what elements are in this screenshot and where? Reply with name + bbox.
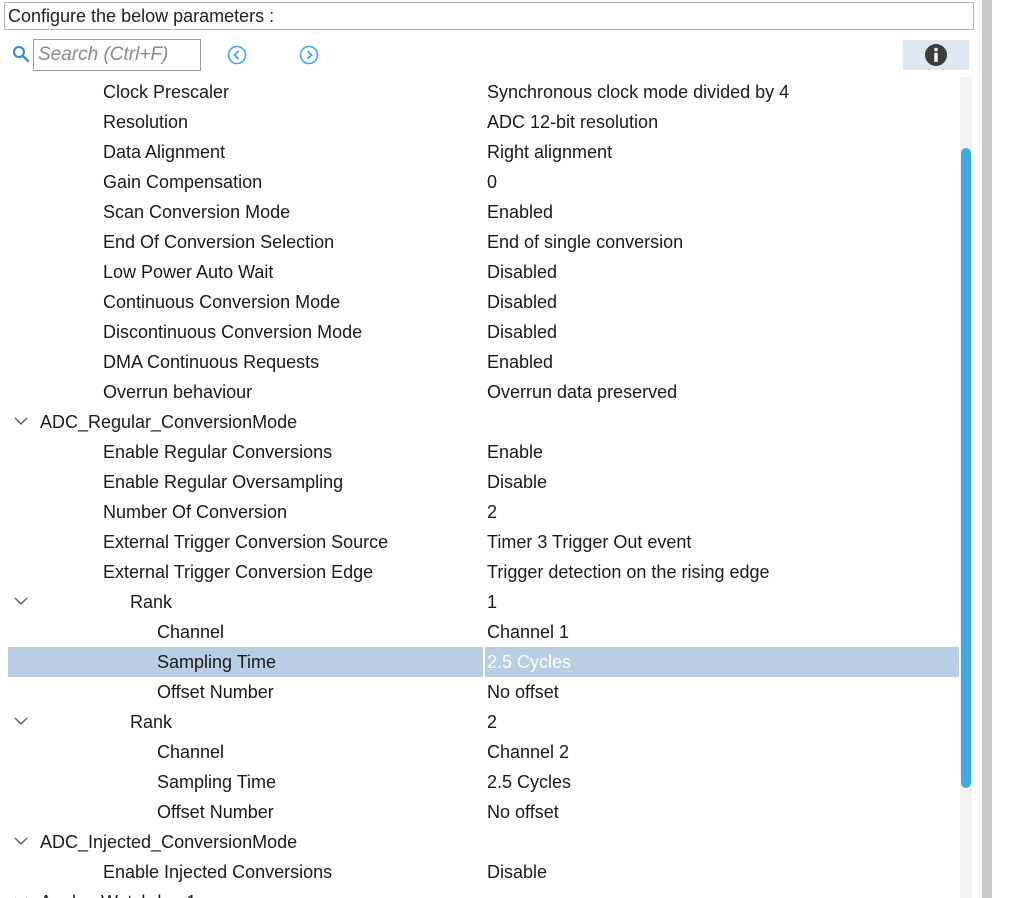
panel-divider <box>982 0 992 898</box>
parameter-value[interactable]: No offset <box>487 677 559 707</box>
parameter-value[interactable]: Disabled <box>487 287 557 317</box>
parameter-value[interactable]: Overrun data preserved <box>487 377 677 407</box>
tree-row[interactable]: Continuous Conversion Mode Disabled <box>8 287 960 317</box>
parameter-name: Rank <box>130 592 173 612</box>
tree-group-row[interactable]: Analog Watchdog 1 <box>8 887 960 898</box>
tree-row[interactable]: Sampling Time 2.5 Cycles <box>8 767 960 797</box>
parameter-name: Rank <box>130 712 173 732</box>
info-icon <box>925 44 947 66</box>
chevron-down-icon[interactable] <box>14 836 28 846</box>
parameter-value[interactable]: Enable <box>487 437 543 467</box>
tree-row[interactable]: Offset Number No offset <box>8 797 960 827</box>
tree-row[interactable]: Discontinuous Conversion Mode Disabled <box>8 317 960 347</box>
parameter-value[interactable]: Channel 1 <box>487 617 569 647</box>
search-input[interactable] <box>33 39 201 71</box>
parameter-name: ADC_Injected_ConversionMode <box>40 832 298 852</box>
parameter-value[interactable]: Disable <box>487 467 547 497</box>
chevron-right-circle-icon[interactable] <box>299 45 319 65</box>
tree-row[interactable]: DMA Continuous Requests Enabled <box>8 347 960 377</box>
parameter-name: DMA Continuous Requests <box>103 352 320 372</box>
parameter-name: Sampling Time <box>157 652 277 672</box>
tree-row[interactable]: Overrun behaviour Overrun data preserved <box>8 377 960 407</box>
parameter-name: Number Of Conversion <box>103 502 288 522</box>
parameter-tree: Clock Prescaler Synchronous clock mode di… <box>8 77 960 898</box>
tree-row[interactable]: Sampling Time 2.5 Cycles <box>8 647 960 677</box>
tree-row[interactable]: External Trigger Conversion Source Timer … <box>8 527 960 557</box>
scrollbar-thumb[interactable] <box>961 148 971 788</box>
parameter-name: Discontinuous Conversion Mode <box>103 322 363 342</box>
tree-group-row[interactable]: ADC_Injected_ConversionMode <box>8 827 960 857</box>
parameter-name: Analog Watchdog 1 <box>40 887 196 898</box>
tree-row[interactable]: Enable Regular Conversions Enable <box>8 437 960 467</box>
parameter-value[interactable]: 2 <box>487 707 497 737</box>
parameter-value[interactable]: Channel 2 <box>487 737 569 767</box>
parameter-value[interactable]: Enabled <box>487 197 553 227</box>
chevron-down-icon[interactable] <box>14 716 28 726</box>
tree-row[interactable]: Data Alignment Right alignment <box>8 137 960 167</box>
parameter-value[interactable]: ADC 12-bit resolution <box>487 107 658 137</box>
parameter-value[interactable]: Trigger detection on the rising edge <box>487 557 770 587</box>
parameter-name: Enable Injected Conversions <box>103 862 333 882</box>
tree-row[interactable]: Number Of Conversion 2 <box>8 497 960 527</box>
parameter-value[interactable]: 2 <box>487 497 497 527</box>
parameter-value[interactable]: Right alignment <box>487 137 612 167</box>
tree-row[interactable]: Enable Injected Conversions Disable <box>8 857 960 887</box>
parameters-header: Configure the below parameters : <box>4 2 974 30</box>
tree-row[interactable]: Offset Number No offset <box>8 677 960 707</box>
parameter-name: Low Power Auto Wait <box>103 262 274 282</box>
parameter-value[interactable]: No offset <box>487 797 559 827</box>
tree-row[interactable]: Enable Regular Oversampling Disable <box>8 467 960 497</box>
parameter-name: ADC_Regular_ConversionMode <box>40 412 298 432</box>
parameter-value[interactable]: 2.5 Cycles <box>487 647 571 677</box>
parameter-name: External Trigger Conversion Edge <box>103 562 374 582</box>
chevron-down-icon[interactable] <box>14 416 28 426</box>
parameter-value[interactable]: 0 <box>487 167 497 197</box>
tree-group-row[interactable]: Rank 2 <box>8 707 960 737</box>
parameter-name: Offset Number <box>157 802 274 822</box>
tree-row[interactable]: Resolution ADC 12-bit resolution <box>8 107 960 137</box>
parameter-value[interactable]: Disabled <box>487 317 557 347</box>
parameter-value[interactable]: Disable <box>487 857 547 887</box>
parameter-name: Channel <box>157 742 225 762</box>
tree-row[interactable]: Channel Channel 2 <box>8 737 960 767</box>
search-icon[interactable] <box>12 45 30 63</box>
tree-row[interactable]: External Trigger Conversion Edge Trigger … <box>8 557 960 587</box>
parameter-name: External Trigger Conversion Source <box>103 532 389 552</box>
parameter-value[interactable]: Timer 3 Trigger Out event <box>487 527 691 557</box>
parameter-value[interactable]: 1 <box>487 587 497 617</box>
parameter-name: Enable Regular Conversions <box>103 442 333 462</box>
parameter-name: Clock Prescaler <box>103 82 230 102</box>
parameter-name: Resolution <box>103 112 189 132</box>
tree-row[interactable]: Scan Conversion Mode Enabled <box>8 197 960 227</box>
parameter-value[interactable]: 2.5 Cycles <box>487 767 571 797</box>
parameter-value[interactable]: Disabled <box>487 257 557 287</box>
parameter-name: Gain Compensation <box>103 172 263 192</box>
parameter-name: Offset Number <box>157 682 274 702</box>
parameter-name: Scan Conversion Mode <box>103 202 291 222</box>
tree-row[interactable]: End Of Conversion Selection End of single… <box>8 227 960 257</box>
parameter-value[interactable]: Synchronous clock mode divided by 4 <box>487 77 789 107</box>
tree-group-row[interactable]: ADC_Regular_ConversionMode <box>8 407 960 437</box>
chevron-left-circle-icon[interactable] <box>227 45 247 65</box>
chevron-down-icon[interactable] <box>14 596 28 606</box>
info-button[interactable] <box>903 40 969 70</box>
parameter-name: Data Alignment <box>103 142 226 162</box>
parameter-name: Channel <box>157 622 225 642</box>
tree-row[interactable]: Low Power Auto Wait Disabled <box>8 257 960 287</box>
parameter-value[interactable]: End of single conversion <box>487 227 683 257</box>
parameter-name: Enable Regular Oversampling <box>103 472 344 492</box>
parameter-value[interactable]: Enabled <box>487 347 553 377</box>
parameter-name: End Of Conversion Selection <box>103 232 335 252</box>
tree-row[interactable]: Clock Prescaler Synchronous clock mode di… <box>8 77 960 107</box>
tree-row[interactable]: Gain Compensation 0 <box>8 167 960 197</box>
parameter-name: Overrun behaviour <box>103 382 253 402</box>
parameter-name: Continuous Conversion Mode <box>103 292 341 312</box>
tree-row[interactable]: Channel Channel 1 <box>8 617 960 647</box>
parameter-name: Sampling Time <box>157 772 277 792</box>
tree-group-row[interactable]: Rank 1 <box>8 587 960 617</box>
